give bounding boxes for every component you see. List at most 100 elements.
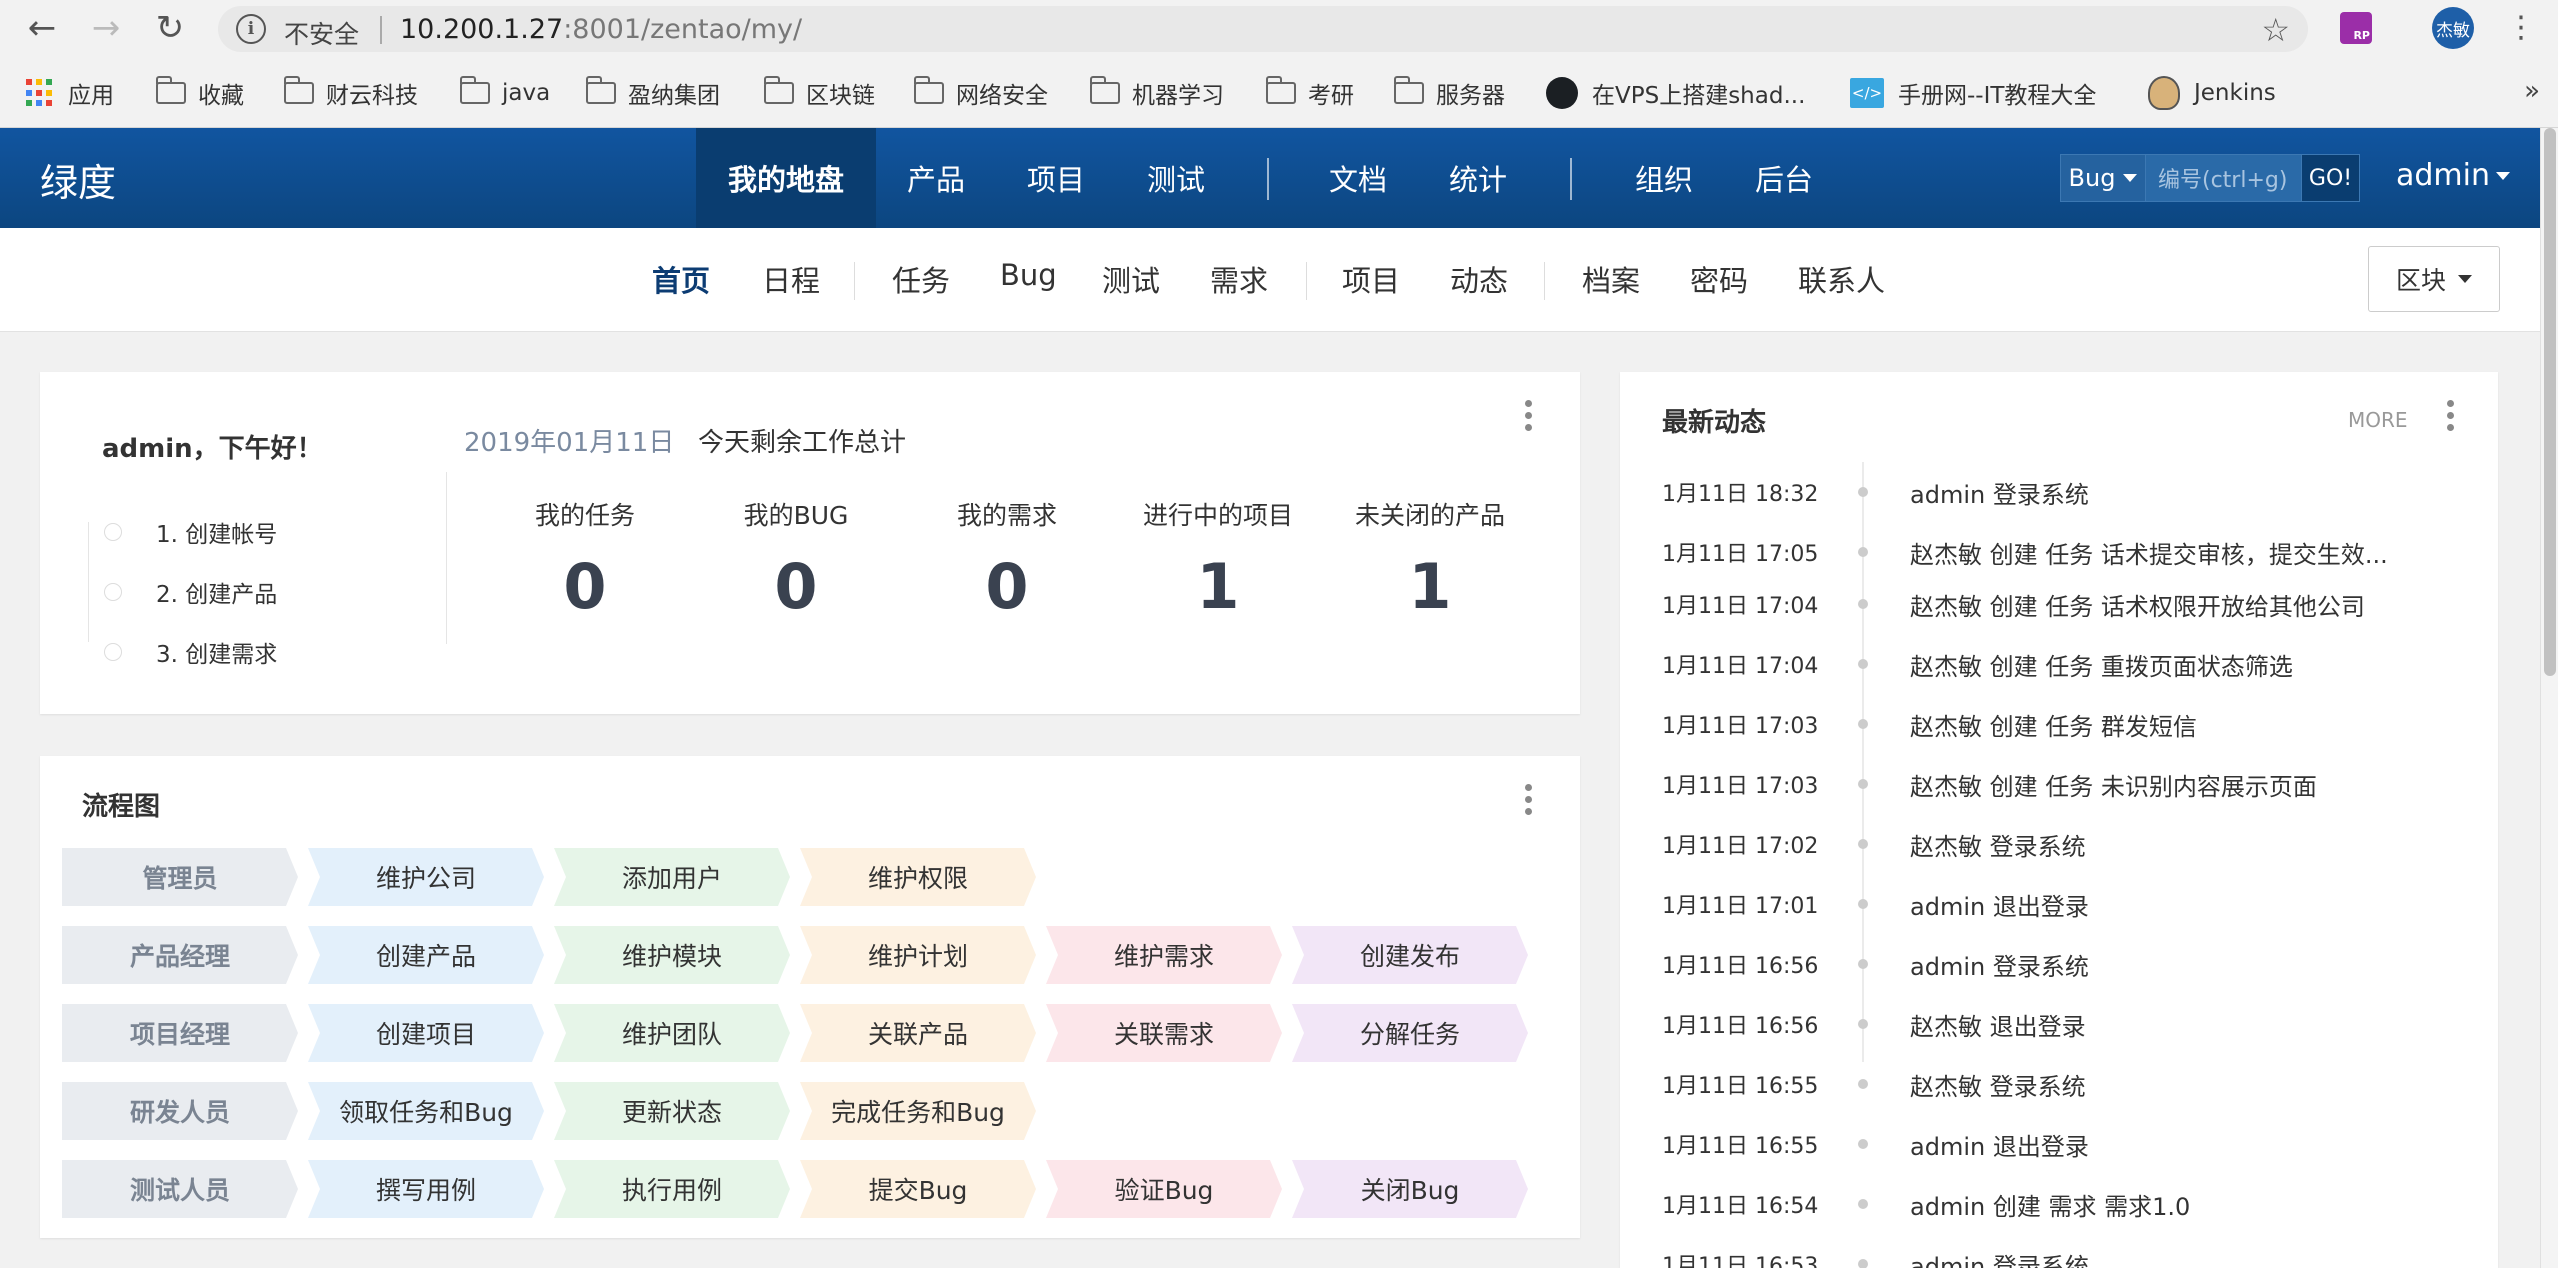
nav-test[interactable]: 测试 — [1116, 128, 1236, 228]
bookmarks-overflow[interactable]: » — [2524, 76, 2540, 106]
search-group: Bug 编号(ctrl+g) GO! — [2060, 154, 2360, 202]
dynamic-text[interactable]: 赵杰敏 登录系统 — [1910, 1067, 2450, 1102]
dynamic-item[interactable]: 1月11日 17:05 赵杰敏 创建 任务 话术提交审核，提交生效... — [1662, 532, 2388, 572]
guide-step[interactable]: 1. 创建帐号 — [80, 502, 277, 562]
bookmark-link[interactable]: </> 手册网--IT教程大全 — [1850, 74, 2096, 112]
user-menu[interactable]: admin — [2396, 158, 2510, 193]
stat-open-products[interactable]: 未关闭的产品 1 — [1330, 496, 1530, 623]
subnav-contacts[interactable]: 联系人 — [1798, 258, 1885, 300]
subnav-home[interactable]: 首页 — [652, 258, 710, 300]
stat-my-tasks[interactable]: 我的任务 0 — [485, 496, 685, 623]
search-input[interactable]: 编号(ctrl+g) — [2146, 154, 2302, 202]
step-dot-icon — [104, 523, 122, 541]
dynamic-text[interactable]: 赵杰敏 登录系统 — [1910, 827, 2450, 862]
flow-step: 维护计划 — [800, 926, 1036, 984]
dynamic-text[interactable]: 赵杰敏 创建 任务 话术权限开放给其他公司 — [1910, 587, 2450, 622]
dynamic-item[interactable]: 1月11日 16:54 admin 创建 需求 需求1.0 — [1662, 1184, 2190, 1224]
block-dropdown-button[interactable]: 区块 — [2368, 246, 2500, 312]
dynamic-item[interactable]: 1月11日 17:03 赵杰敏 创建 任务 群发短信 — [1662, 704, 2197, 744]
subnav-dynamic[interactable]: 动态 — [1450, 258, 1508, 300]
extension-rp-icon[interactable]: RP — [2340, 12, 2372, 44]
dynamic-item[interactable]: 1月11日 16:56 admin 登录系统 — [1662, 944, 2089, 984]
dynamic-item[interactable]: 1月11日 16:53 admin 登录系统 — [1662, 1244, 2089, 1268]
reload-icon[interactable]: ↻ — [150, 8, 190, 48]
bookmark-folder[interactable]: 考研 — [1265, 74, 1354, 112]
panel-menu-icon[interactable] — [2446, 400, 2456, 436]
panel-menu-icon[interactable] — [1524, 784, 1534, 820]
dynamic-text[interactable]: 赵杰敏 创建 任务 群发短信 — [1910, 707, 2450, 742]
dynamic-text[interactable]: admin 登录系统 — [1910, 1247, 2450, 1268]
dynamic-text[interactable]: admin 创建 需求 需求1.0 — [1910, 1187, 2450, 1222]
bookmark-folder[interactable]: 财云科技 — [283, 74, 418, 112]
stat-doing-projects[interactable]: 进行中的项目 1 — [1118, 496, 1318, 623]
subnav-story[interactable]: 需求 — [1210, 258, 1268, 300]
info-icon[interactable]: i — [236, 14, 266, 44]
bookmark-star-icon[interactable]: ☆ — [2261, 11, 2290, 49]
url-text[interactable]: 10.200.1.27:8001/zentao/my/ — [400, 14, 802, 45]
app-logo[interactable]: 绿度 — [40, 152, 116, 207]
scrollbar-thumb[interactable] — [2544, 128, 2556, 676]
dynamic-text[interactable]: 赵杰敏 创建 任务 未识别内容展示页面 — [1910, 767, 2450, 802]
dynamic-time: 1月11日 17:01 — [1662, 894, 1819, 919]
profile-avatar[interactable]: 杰敏 — [2432, 7, 2474, 49]
dynamic-item[interactable]: 1月11日 17:04 赵杰敏 创建 任务 重拨页面状态筛选 — [1662, 644, 2293, 684]
dynamic-text[interactable]: 赵杰敏 创建 任务 重拨页面状态筛选 — [1910, 647, 2450, 682]
dynamic-text[interactable]: admin 退出登录 — [1910, 887, 2450, 922]
bookmark-folder[interactable]: 服务器 — [1393, 74, 1505, 112]
guide-step[interactable]: 2. 创建产品 — [80, 562, 277, 622]
dynamic-item[interactable]: 1月11日 16:55 赵杰敏 登录系统 — [1662, 1064, 2086, 1104]
subnav-profile[interactable]: 档案 — [1582, 258, 1640, 300]
dynamic-item[interactable]: 1月11日 17:01 admin 退出登录 — [1662, 884, 2089, 924]
subnav-task[interactable]: 任务 — [892, 258, 950, 300]
dynamic-item[interactable]: 1月11日 18:32 admin 登录系统 — [1662, 472, 2089, 512]
search-type-select[interactable]: Bug — [2060, 154, 2146, 202]
bookmark-folder[interactable]: 盈纳集团 — [585, 74, 720, 112]
caret-down-icon — [2123, 174, 2138, 182]
dynamic-text[interactable]: admin 登录系统 — [1910, 475, 2450, 510]
timeline-dot-icon — [1858, 1259, 1868, 1268]
flow-step: 维护模块 — [554, 926, 790, 984]
nav-admin[interactable]: 后台 — [1724, 128, 1844, 228]
stat-my-bugs[interactable]: 我的BUG 0 — [696, 496, 896, 623]
address-bar[interactable]: i 不安全 10.200.1.27:8001/zentao/my/ ☆ — [218, 6, 2308, 52]
nav-company[interactable]: 组织 — [1604, 128, 1724, 228]
nav-product[interactable]: 产品 — [876, 128, 996, 228]
stat-my-stories[interactable]: 我的需求 0 — [907, 496, 1107, 623]
nav-doc[interactable]: 文档 — [1298, 128, 1418, 228]
search-go-button[interactable]: GO! — [2302, 154, 2360, 202]
panel-menu-icon[interactable] — [1524, 400, 1534, 436]
guide-step[interactable]: 3. 创建需求 — [80, 622, 277, 682]
forward-icon[interactable]: → — [86, 8, 126, 48]
nav-report[interactable]: 统计 — [1418, 128, 1538, 228]
dynamic-item[interactable]: 1月11日 17:02 赵杰敏 登录系统 — [1662, 824, 2086, 864]
subnav-project[interactable]: 项目 — [1342, 258, 1400, 300]
more-link[interactable]: MORE — [2348, 408, 2408, 432]
subnav-bug[interactable]: Bug — [1000, 258, 1057, 292]
bookmark-apps[interactable]: 应用 — [26, 74, 114, 112]
subnav-password[interactable]: 密码 — [1690, 258, 1748, 300]
folder-icon — [1393, 76, 1424, 104]
dynamic-item[interactable]: 1月11日 17:04 赵杰敏 创建 任务 话术权限开放给其他公司 — [1662, 584, 2365, 624]
dynamic-item[interactable]: 1月11日 16:55 admin 退出登录 — [1662, 1124, 2089, 1164]
bookmark-folder[interactable]: 收藏 — [155, 74, 244, 112]
nav-project[interactable]: 项目 — [996, 128, 1116, 228]
more-vert-icon[interactable]: ⋮ — [2506, 10, 2536, 46]
bookmark-link[interactable]: 在VPS上搭建shad... — [1546, 74, 1805, 112]
dynamic-item[interactable]: 1月11日 16:56 赵杰敏 退出登录 — [1662, 1004, 2086, 1044]
bookmark-folder[interactable]: 机器学习 — [1089, 74, 1224, 112]
dynamic-item[interactable]: 1月11日 17:03 赵杰敏 创建 任务 未识别内容展示页面 — [1662, 764, 2317, 804]
bookmark-folder[interactable]: 区块链 — [763, 74, 875, 112]
nav-my[interactable]: 我的地盘 — [696, 128, 876, 228]
dynamics-panel: 最新动态 MORE 1月11日 18:32 admin 登录系统 1月11日 17:… — [1620, 372, 2498, 1268]
subnav-test[interactable]: 测试 — [1102, 258, 1160, 300]
dynamic-text[interactable]: admin 退出登录 — [1910, 1127, 2450, 1162]
bookmark-folder[interactable]: java — [459, 74, 550, 112]
bookmark-link[interactable]: Jenkins — [2148, 74, 2276, 112]
dynamic-text[interactable]: 赵杰敏 退出登录 — [1910, 1007, 2450, 1042]
subnav-calendar[interactable]: 日程 — [762, 258, 820, 300]
back-icon[interactable]: ← — [22, 8, 62, 48]
dynamic-text[interactable]: 赵杰敏 创建 任务 话术提交审核，提交生效... — [1910, 535, 2450, 570]
bookmark-folder[interactable]: 网络安全 — [913, 74, 1048, 112]
dynamic-text[interactable]: admin 登录系统 — [1910, 947, 2450, 982]
page-scrollbar[interactable] — [2540, 128, 2558, 1268]
